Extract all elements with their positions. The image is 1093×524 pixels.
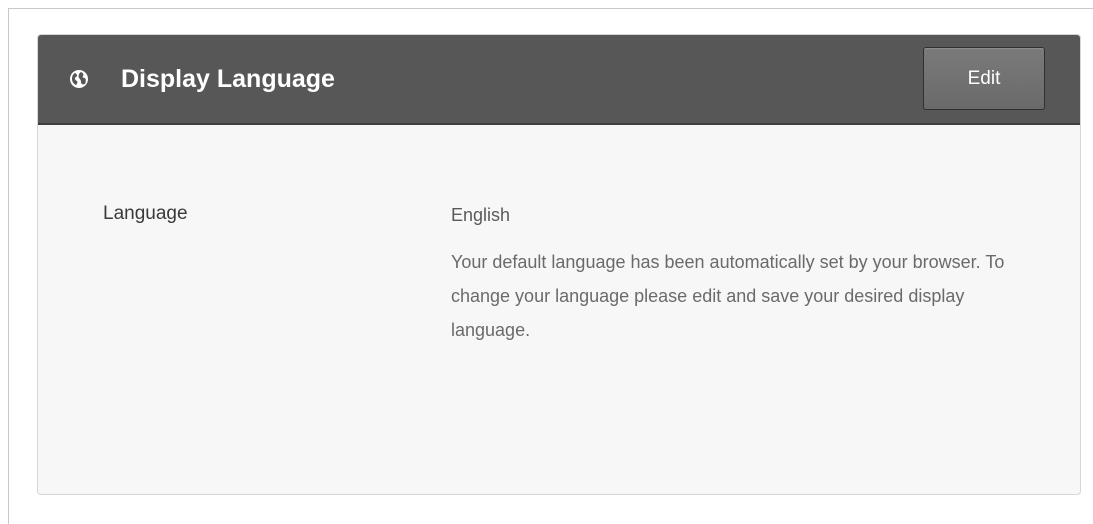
edit-button[interactable]: Edit: [923, 47, 1045, 110]
language-label: Language: [103, 203, 188, 224]
panel-header: Display Language Edit: [38, 35, 1080, 125]
language-value: English: [451, 205, 511, 225]
display-language-panel: Display Language Edit Language English Y…: [37, 34, 1081, 495]
globe-icon: [69, 69, 89, 89]
language-help-text: Your default language has been automatic…: [451, 252, 1005, 340]
panel-title: Display Language: [121, 65, 335, 93]
